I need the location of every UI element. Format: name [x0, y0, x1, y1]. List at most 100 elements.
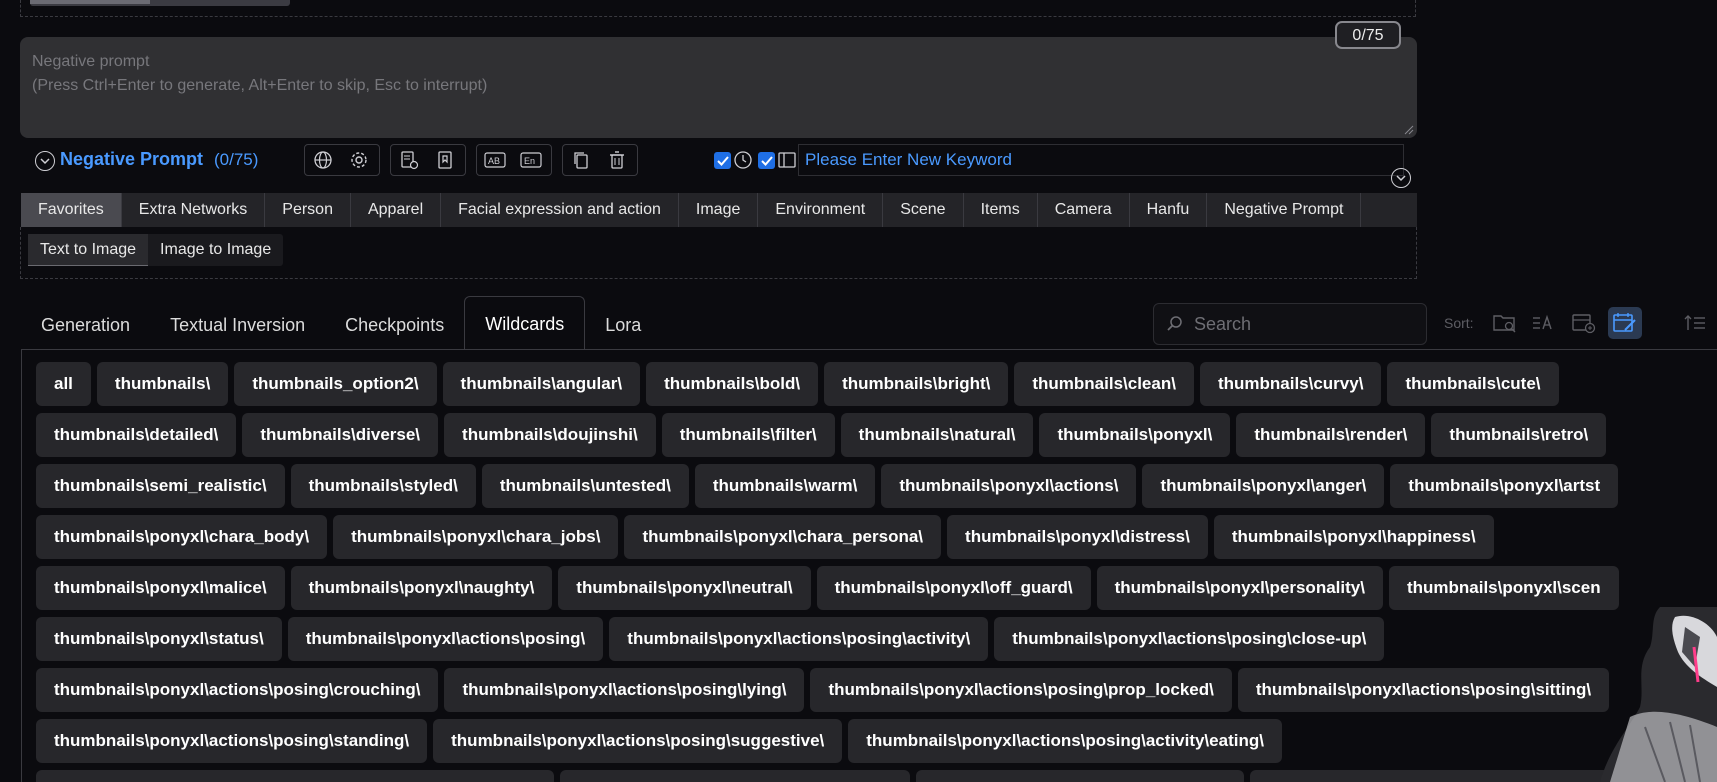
- wildcard-chip-partial[interactable]: [916, 770, 1244, 782]
- anime-character-thumbnail: [1600, 607, 1717, 782]
- wildcard-chip[interactable]: thumbnails\ponyxl\actions\: [881, 464, 1137, 508]
- sort-by-date-created-icon[interactable]: [1567, 307, 1601, 339]
- wildcard-chip[interactable]: thumbnails\angular\: [442, 362, 641, 406]
- wildcard-chip[interactable]: thumbnails\ponyxl\personality\: [1096, 566, 1383, 610]
- globe-icon[interactable]: [305, 145, 341, 175]
- tab-image-to-image[interactable]: Image to Image: [148, 234, 283, 266]
- sidebar-panel-icon[interactable]: [777, 150, 797, 170]
- resize-grip-icon[interactable]: [1404, 125, 1414, 135]
- tab-negative-prompt[interactable]: Negative Prompt: [1207, 193, 1362, 227]
- wildcard-chip[interactable]: thumbnails\clean\: [1014, 362, 1194, 406]
- search-input[interactable]: Search: [1153, 303, 1427, 345]
- wildcard-chip[interactable]: thumbnails\ponyxl\: [1039, 413, 1231, 457]
- wildcard-chip[interactable]: thumbnails\diverse\: [242, 413, 439, 457]
- sub-tabs: Text to Image Image to Image: [28, 234, 284, 266]
- wildcard-chip[interactable]: thumbnails\untested\: [481, 464, 689, 508]
- wildcard-chip-partial[interactable]: [36, 770, 554, 782]
- wildcard-chip[interactable]: thumbnails\ponyxl\chara_persona\: [624, 515, 942, 559]
- tab-generation[interactable]: Generation: [21, 298, 150, 350]
- wildcard-chip[interactable]: thumbnails\ponyxl\off_guard\: [816, 566, 1091, 610]
- copy-icon[interactable]: [563, 145, 599, 175]
- wildcard-chip[interactable]: thumbnails\retro\: [1431, 413, 1607, 457]
- wildcard-chip[interactable]: thumbnails\ponyxl\neutral\: [558, 566, 811, 610]
- wildcard-chip[interactable]: thumbnails\render\: [1236, 413, 1426, 457]
- tab-wildcards[interactable]: Wildcards: [464, 296, 586, 350]
- auto-checkbox-1[interactable]: [714, 152, 731, 169]
- history-list-icon[interactable]: [391, 145, 427, 175]
- gear-icon[interactable]: [341, 145, 377, 175]
- wildcard-chip[interactable]: thumbnails\ponyxl\actions\posing\activit…: [609, 617, 989, 661]
- new-keyword-input[interactable]: Please Enter New Keyword: [798, 144, 1404, 176]
- wildcard-chip[interactable]: thumbnails\ponyxl\actions\posing\crouchi…: [36, 668, 439, 712]
- sort-by-path-icon[interactable]: [1488, 307, 1522, 339]
- wildcard-chip[interactable]: thumbnails\ponyxl\actions\posing\suggest…: [433, 719, 843, 763]
- tab-items[interactable]: Items: [964, 193, 1038, 227]
- wildcard-chip[interactable]: thumbnails\ponyxl\actions\posing\standin…: [36, 719, 428, 763]
- sort-order-icon[interactable]: [1678, 307, 1712, 339]
- main-tabs: Generation Textual Inversion Checkpoints…: [21, 296, 661, 350]
- expand-chevron-icon[interactable]: [1391, 168, 1411, 188]
- tab-favorites[interactable]: Favorites: [21, 193, 122, 227]
- english-en-icon[interactable]: En: [513, 145, 549, 175]
- trash-icon[interactable]: [599, 145, 635, 175]
- wildcard-chip[interactable]: all: [36, 362, 91, 406]
- negative-prompt-textarea[interactable]: Negative prompt (Press Ctrl+Enter to gen…: [20, 37, 1417, 138]
- wildcard-chip[interactable]: thumbnails\ponyxl\actions\posing\lying\: [444, 668, 805, 712]
- wildcard-chip[interactable]: thumbnails\cute\: [1387, 362, 1559, 406]
- wildcard-chip[interactable]: thumbnails\warm\: [694, 464, 876, 508]
- wildcard-chip[interactable]: thumbnails\ponyxl\chara_body\: [36, 515, 328, 559]
- tab-environment[interactable]: Environment: [758, 193, 884, 227]
- tab-image[interactable]: Image: [679, 193, 759, 227]
- wildcard-chip[interactable]: thumbnails\ponyxl\actions\posing\: [287, 617, 604, 661]
- top-scrollbar-thumb[interactable]: [30, 0, 150, 4]
- wildcard-chip[interactable]: thumbnails\bold\: [646, 362, 819, 406]
- wildcard-panel: all thumbnails\ thumbnails_option2\ thum…: [21, 350, 1717, 782]
- tab-apparel[interactable]: Apparel: [351, 193, 442, 227]
- wildcard-chip[interactable]: thumbnails\ponyxl\actions\posing\prop_lo…: [810, 668, 1232, 712]
- wildcard-chip[interactable]: thumbnails\ponyxl\distress\: [947, 515, 1208, 559]
- bookmark-icon[interactable]: [427, 145, 463, 175]
- tab-checkpoints[interactable]: Checkpoints: [325, 298, 464, 350]
- wildcard-chip[interactable]: thumbnails\ponyxl\artst: [1390, 464, 1619, 508]
- tab-lora[interactable]: Lora: [585, 298, 661, 350]
- wildcard-chip[interactable]: thumbnails\detailed\: [36, 413, 237, 457]
- tab-person[interactable]: Person: [265, 193, 351, 227]
- chip-row: thumbnails\detailed\ thumbnails\diverse\…: [36, 413, 1607, 457]
- wildcard-chip[interactable]: thumbnails\ponyxl\actions\posing\close-u…: [994, 617, 1385, 661]
- wildcard-chip[interactable]: thumbnails\ponyxl\malice\: [36, 566, 285, 610]
- wildcard-chip[interactable]: thumbnails\natural\: [840, 413, 1034, 457]
- tab-hanfu[interactable]: Hanfu: [1130, 193, 1208, 227]
- translate-ab-icon[interactable]: AB: [477, 145, 513, 175]
- wildcard-chip[interactable]: thumbnails\doujinshi\: [444, 413, 656, 457]
- sort-by-name-icon[interactable]: [1527, 307, 1561, 339]
- wildcard-chip[interactable]: thumbnails\: [96, 362, 229, 406]
- auto-checkbox-2[interactable]: [758, 152, 775, 169]
- wildcard-chip[interactable]: thumbnails\semi_realistic\: [36, 464, 285, 508]
- tab-scene[interactable]: Scene: [883, 193, 964, 227]
- wildcard-chip[interactable]: thumbnails\bright\: [824, 362, 1009, 406]
- sort-by-date-modified-icon[interactable]: [1608, 307, 1642, 339]
- wildcard-chip[interactable]: thumbnails\ponyxl\naughty\: [290, 566, 553, 610]
- wildcard-chip[interactable]: thumbnails\ponyxl\happiness\: [1213, 515, 1494, 559]
- tab-textual-inversion[interactable]: Textual Inversion: [150, 298, 325, 350]
- wildcard-chip[interactable]: thumbnails\ponyxl\anger\: [1142, 464, 1385, 508]
- chip-row: thumbnails\semi_realistic\ thumbnails\st…: [36, 464, 1619, 508]
- tab-extra-networks[interactable]: Extra Networks: [122, 193, 266, 227]
- wildcard-chip-partial[interactable]: [560, 770, 910, 782]
- wildcard-chip[interactable]: thumbnails\ponyxl\scen: [1388, 566, 1619, 610]
- negative-prompt-title[interactable]: Negative Prompt: [60, 149, 203, 170]
- collapse-toggle-icon[interactable]: [35, 151, 55, 171]
- negative-prompt-hint: (Press Ctrl+Enter to generate, Alt+Enter…: [32, 77, 488, 94]
- timer-icon[interactable]: [733, 150, 753, 170]
- wildcard-chip[interactable]: thumbnails\curvy\: [1199, 362, 1382, 406]
- wildcard-chip[interactable]: thumbnails\styled\: [290, 464, 476, 508]
- tab-text-to-image[interactable]: Text to Image: [28, 234, 149, 266]
- wildcard-chip[interactable]: thumbnails\ponyxl\actions\posing\sitting…: [1237, 668, 1610, 712]
- tab-facial-expression[interactable]: Facial expression and action: [441, 193, 679, 227]
- wildcard-chip[interactable]: thumbnails\ponyxl\chara_jobs\: [333, 515, 619, 559]
- wildcard-chip[interactable]: thumbnails_option2\: [234, 362, 437, 406]
- wildcard-chip[interactable]: thumbnails\ponyxl\actions\posing\activit…: [848, 719, 1282, 763]
- wildcard-chip[interactable]: thumbnails\ponyxl\status\: [36, 617, 282, 661]
- tab-camera[interactable]: Camera: [1038, 193, 1130, 227]
- wildcard-chip[interactable]: thumbnails\filter\: [661, 413, 835, 457]
